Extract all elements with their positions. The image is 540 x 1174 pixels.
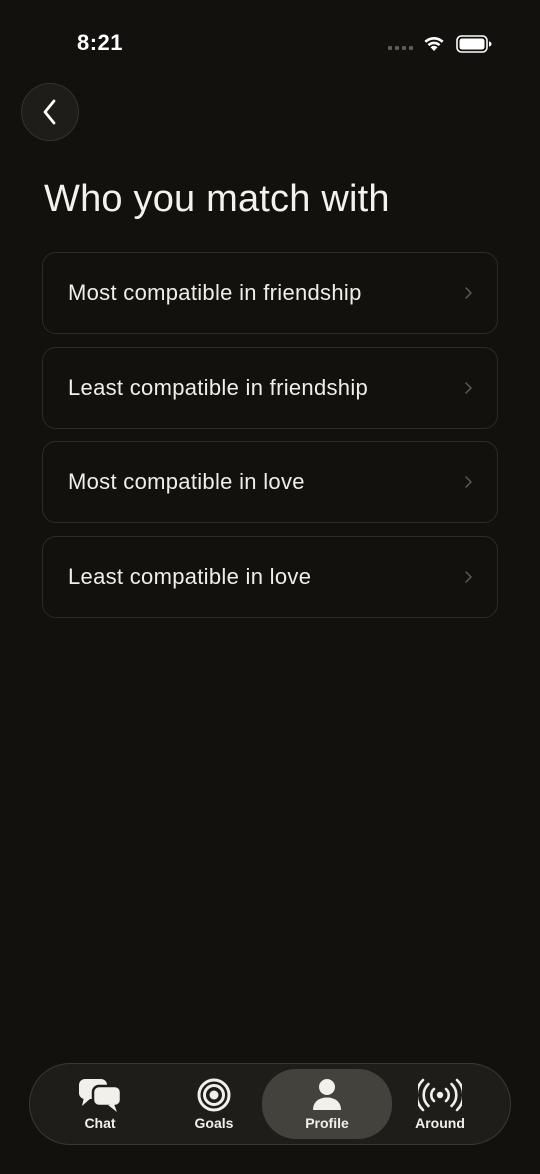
battery-icon [456,35,492,53]
option-least-compatible-love[interactable]: Least compatible in love [42,535,498,618]
option-most-compatible-love[interactable]: Most compatible in love [42,441,498,523]
wifi-icon [424,37,444,51]
tab-around[interactable]: Around [392,1069,488,1139]
option-label: Least compatible in love [68,563,312,589]
chat-bubbles-icon [79,1079,123,1112]
tab-label: Chat [84,1115,116,1131]
status-time: 8:21 [77,30,124,55]
tab-goals[interactable]: Goals [166,1069,262,1139]
chevron-right-icon [465,381,472,394]
back-button[interactable] [21,83,79,141]
option-most-compatible-friendship[interactable]: Most compatible in friendship [42,252,498,334]
tab-chat[interactable]: Chat [52,1069,148,1139]
chevron-right-icon [465,287,472,299]
chevron-right-icon [465,476,472,488]
options-list: Most compatible in friendship Least comp… [42,252,498,630]
option-label: Most compatible in friendship [68,280,362,305]
person-icon [313,1079,341,1110]
broadcast-icon [418,1078,462,1112]
cellular-signal-icon [388,46,413,50]
target-icon [197,1078,231,1112]
tab-label: Goals [194,1115,234,1131]
option-label: Least compatible in friendship [68,374,369,400]
tab-profile[interactable]: Profile [262,1069,392,1139]
option-label: Most compatible in love [68,469,305,494]
status-bar: 8:21 [0,0,540,88]
page-title: Who you match with [44,178,390,220]
tab-bar: Chat Goals Profile Around [29,1063,511,1145]
tab-label: Profile [305,1115,349,1131]
tab-label: Around [415,1115,465,1131]
chevron-left-icon [43,99,56,125]
option-least-compatible-friendship[interactable]: Least compatible in friendship [42,346,498,429]
chevron-right-icon [465,570,472,583]
